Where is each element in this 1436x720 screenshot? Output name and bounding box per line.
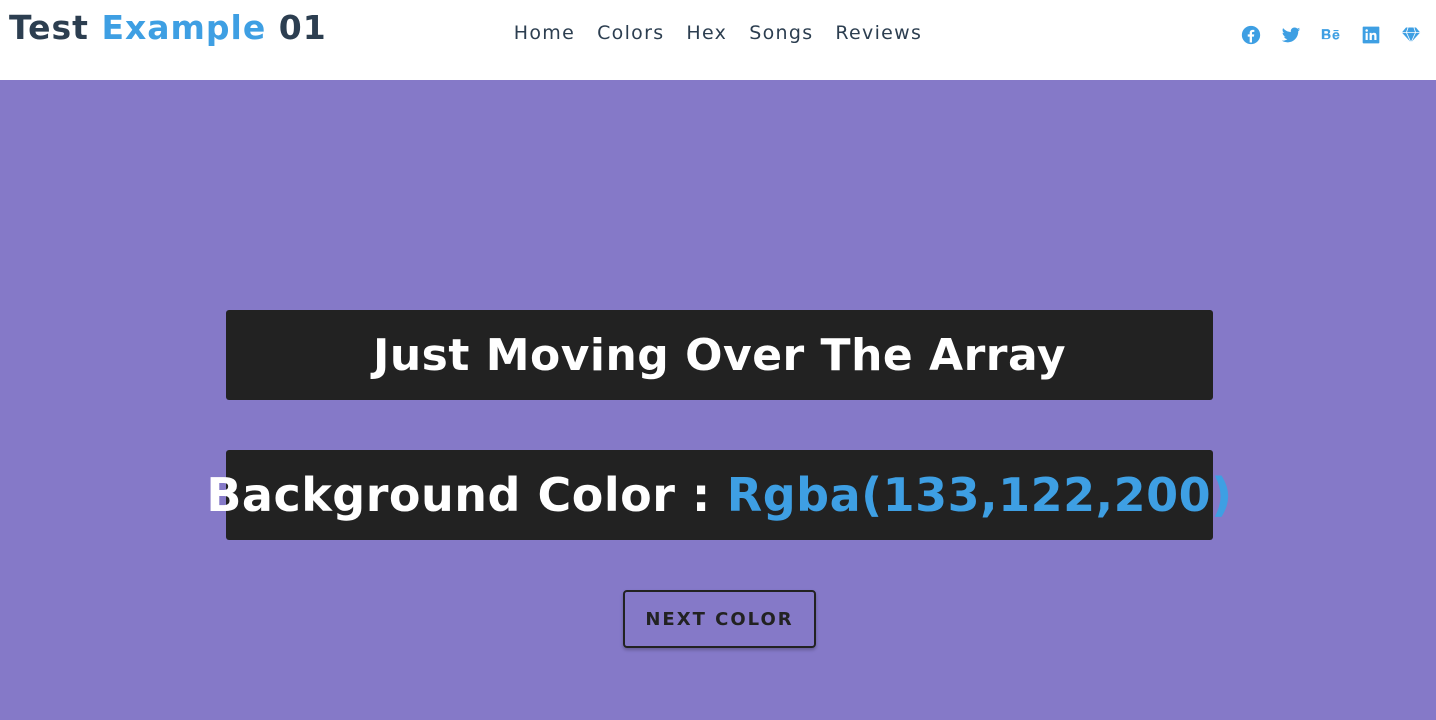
next-color-button[interactable]: NEXT COLOR — [623, 590, 816, 648]
nav-item-colors[interactable]: Colors — [597, 22, 664, 44]
nav-item-songs[interactable]: Songs — [749, 22, 813, 44]
hero-section: Just Moving Over The Array Background Co… — [0, 80, 1436, 720]
diamond-icon[interactable] — [1400, 24, 1422, 46]
nav-item-reviews[interactable]: Reviews — [835, 22, 922, 44]
twitter-icon[interactable] — [1280, 24, 1302, 46]
main-nav: Home Colors Hex Songs Reviews — [0, 22, 1436, 44]
nav-item-hex[interactable]: Hex — [686, 22, 727, 44]
color-label: Background Color : — [206, 468, 711, 522]
behance-icon[interactable] — [1320, 24, 1342, 46]
color-display-box: Background Color : Rgba(133,122,200) — [206, 450, 1232, 540]
heading-box: Just Moving Over The Array — [226, 310, 1213, 400]
linkedin-icon[interactable] — [1360, 24, 1382, 46]
facebook-icon[interactable] — [1240, 24, 1262, 46]
hero-heading: Just Moving Over The Array — [372, 329, 1067, 381]
site-header: Test Example 01 Home Colors Hex Songs Re… — [0, 0, 1436, 80]
color-value: Rgba(133,122,200) — [726, 468, 1233, 522]
nav-item-home[interactable]: Home — [514, 22, 575, 44]
social-links — [1240, 24, 1422, 46]
